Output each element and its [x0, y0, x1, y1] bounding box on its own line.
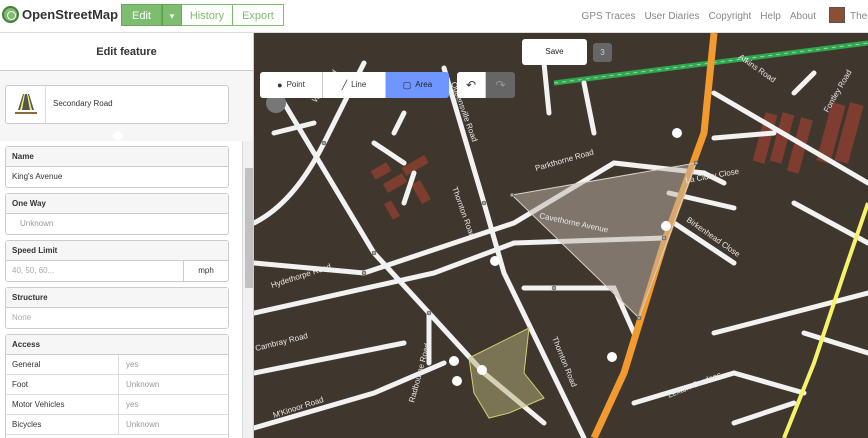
name-label: Name: [6, 147, 228, 167]
undo-button[interactable]: ↶: [457, 72, 486, 98]
line-label: Line: [351, 80, 367, 89]
username[interactable]: Thei: [850, 11, 868, 22]
edit-count-badge: 3: [593, 43, 612, 62]
road-preset-icon: [6, 86, 46, 123]
preset-selector[interactable]: Secondary Road: [5, 85, 229, 124]
access-key: Bicycles: [6, 415, 119, 434]
access-key: General: [6, 355, 119, 374]
add-point-button[interactable]: ● Point: [260, 72, 323, 98]
speed-limit-field: Speed Limit 40, 50, 60... mph: [5, 240, 229, 282]
add-line-button[interactable]: ╱ Line: [323, 72, 386, 98]
line-icon: ╱: [341, 80, 348, 90]
undo-icon: ↶: [465, 78, 477, 92]
area-icon: ▢: [402, 80, 412, 90]
export-button[interactable]: Export: [232, 4, 284, 26]
sidebar-title: Edit feature: [0, 33, 253, 71]
area-label: Area: [415, 80, 433, 89]
name-field: Name King's Avenue: [5, 146, 229, 188]
access-field: Access General yes Foot Unknown Motor Ve…: [5, 334, 229, 438]
point-label: Point: [286, 80, 305, 89]
map-canvas[interactable]: Weir Road Queensville Road Parkthorne Ro…: [254, 33, 868, 438]
oneway-label: One Way: [6, 194, 228, 214]
history-button[interactable]: History: [181, 4, 233, 26]
brand-name: OpenStreetMap: [22, 7, 119, 22]
point-icon: ●: [277, 80, 283, 90]
about-link[interactable]: About: [790, 11, 816, 22]
access-key: Foot: [6, 375, 119, 394]
access-row: Motor Vehicles yes: [6, 395, 228, 415]
edit-sidebar: Edit feature Secondary Road Name King's …: [0, 33, 254, 438]
preset-name: Secondary Road: [53, 99, 113, 108]
redo-icon: ↷: [495, 78, 506, 92]
oneway-checkbox[interactable]: Unknown: [6, 214, 228, 234]
edit-button[interactable]: Edit: [121, 4, 162, 26]
gps-traces-link[interactable]: GPS Traces: [582, 11, 636, 22]
structure-select[interactable]: None: [6, 308, 228, 328]
access-value[interactable]: yes: [119, 395, 138, 414]
save-button[interactable]: Save: [522, 39, 587, 65]
access-row: Foot Unknown: [6, 375, 228, 395]
speed-unit-select[interactable]: mph: [183, 261, 228, 281]
edit-button-group: Edit ▾ History Export: [121, 4, 284, 26]
speed-limit-label: Speed Limit: [6, 241, 228, 261]
mode-toolbar: ● Point ╱ Line ▢ Area: [260, 72, 449, 98]
add-area-button[interactable]: ▢ Area: [386, 72, 449, 98]
access-value[interactable]: Unknown: [119, 415, 159, 434]
access-value[interactable]: Unknown: [119, 375, 159, 394]
copyright-link[interactable]: Copyright: [708, 11, 751, 22]
oneway-field: One Way Unknown: [5, 193, 229, 235]
fields-panel: Name King's Avenue One Way Unknown Speed…: [0, 141, 242, 438]
site-logo[interactable]: OpenStreetMap: [2, 6, 118, 23]
edit-dropdown-caret[interactable]: ▾: [161, 4, 182, 26]
user-diaries-link[interactable]: User Diaries: [644, 11, 699, 22]
access-row: Bicycles Unknown: [6, 415, 228, 435]
access-value[interactable]: yes: [119, 355, 138, 374]
access-row: General yes: [6, 355, 228, 375]
redo-button[interactable]: ↷: [486, 72, 515, 98]
scrollbar-thumb[interactable]: [245, 168, 253, 288]
preset-pointer: [112, 130, 124, 142]
user-avatar[interactable]: [829, 7, 845, 23]
structure-label: Structure: [6, 288, 228, 308]
top-links: GPS Traces User Diaries Copyright Help A…: [582, 11, 816, 22]
top-navbar: OpenStreetMap Edit ▾ History Export GPS …: [0, 0, 868, 33]
osm-logo-icon: [2, 6, 19, 23]
name-input[interactable]: King's Avenue: [6, 167, 228, 187]
sidebar-scrollbar[interactable]: [242, 141, 253, 438]
help-link[interactable]: Help: [760, 11, 781, 22]
structure-field: Structure None: [5, 287, 229, 329]
access-label: Access: [6, 335, 228, 355]
history-toolbar: ↶ ↷: [457, 72, 515, 98]
access-key: Motor Vehicles: [6, 395, 119, 414]
